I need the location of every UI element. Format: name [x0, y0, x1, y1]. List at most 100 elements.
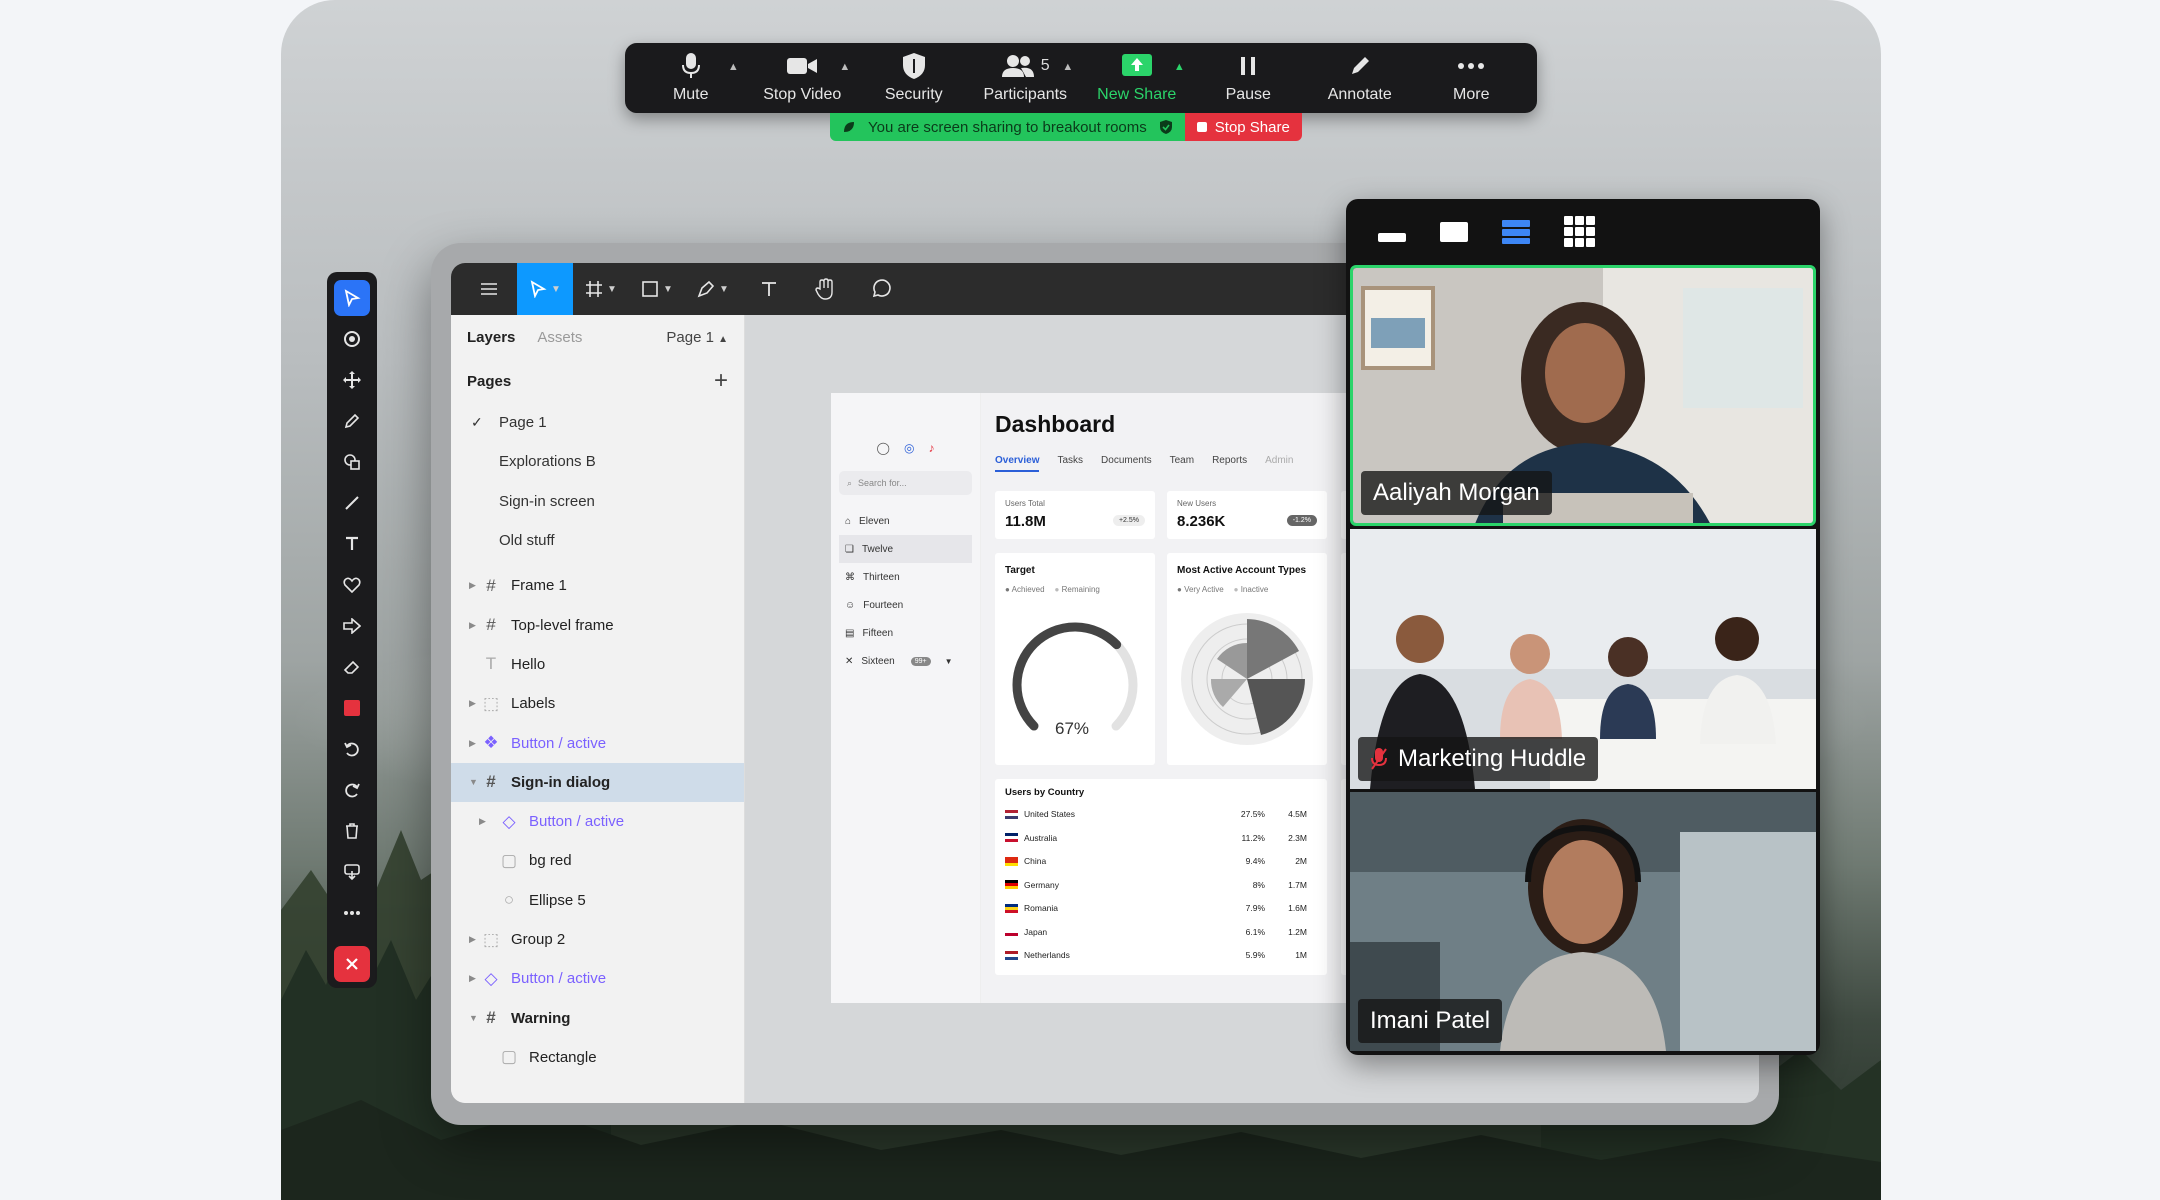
comment-tool-button[interactable]	[853, 263, 909, 315]
more-button[interactable]: More	[1421, 52, 1521, 104]
more-tools-button[interactable]	[334, 895, 370, 931]
tab-team[interactable]: Team	[1170, 455, 1194, 472]
stop-video-button[interactable]: ▲ Stop Video	[752, 52, 852, 104]
collapse-arrow-icon[interactable]: ▼	[469, 777, 481, 787]
video-tile[interactable]: Imani Patel	[1350, 792, 1816, 1051]
avatar-icon[interactable]: ◯	[877, 441, 890, 455]
text-tool-button[interactable]	[741, 263, 797, 315]
layer-row[interactable]: ▶ ⬚ Labels	[451, 684, 744, 723]
layers-icon: ❏	[845, 543, 854, 555]
speaker-view-button[interactable]	[1440, 222, 1468, 242]
layer-row[interactable]: ▶ ❖ Button / active	[451, 723, 744, 762]
color-picker[interactable]	[334, 690, 370, 726]
layer-row[interactable]: ▶ ⬚ Group 2	[451, 920, 744, 959]
settings-icon[interactable]: ◎	[904, 441, 914, 455]
stamp-tool[interactable]	[334, 567, 370, 603]
participants-button[interactable]: 5 ▲ Participants	[975, 52, 1075, 104]
layer-row[interactable]: ▼ # Warning	[451, 998, 744, 1037]
filmstrip-view-button[interactable]	[1502, 220, 1530, 244]
arrow-icon	[343, 618, 361, 634]
shapes-tool[interactable]	[334, 444, 370, 480]
pen-tool-button[interactable]: ▼	[685, 263, 741, 315]
annotate-button[interactable]: Annotate	[1310, 52, 1410, 104]
dashboard-nav-item[interactable]: ❏ Twelve	[839, 535, 972, 563]
assets-tab[interactable]: Assets	[537, 329, 582, 346]
chevron-up-icon[interactable]: ▲	[1174, 61, 1185, 73]
layer-row[interactable]: T Hello	[451, 645, 744, 684]
dashboard-nav-item[interactable]: ⌘ Thirteen	[831, 563, 980, 591]
select-tool[interactable]	[334, 280, 370, 316]
expand-arrow-icon[interactable]: ▶	[469, 934, 481, 945]
collapse-arrow-icon[interactable]: ▼	[469, 1013, 481, 1023]
chevron-up-icon[interactable]: ▲	[839, 61, 850, 73]
dashboard-frame[interactable]: ◯ ◎ ♪ ⌕ Search for... ⌂ Eleven ❏ Twelve ⌘ Th…	[831, 393, 1391, 1003]
chevron-down-icon[interactable]: ▼	[945, 657, 953, 666]
dashboard-search[interactable]: ⌕ Search for...	[839, 471, 972, 495]
expand-arrow-icon[interactable]: ▶	[469, 698, 481, 709]
tab-tasks[interactable]: Tasks	[1057, 455, 1083, 472]
rectangle-icon: ▢	[500, 850, 518, 870]
expand-arrow-icon[interactable]: ▶	[469, 738, 481, 749]
expand-arrow-icon[interactable]: ▶	[479, 816, 491, 827]
layer-row-selected[interactable]: ▼ # Sign-in dialog	[451, 762, 744, 802]
dashboard-nav-item[interactable]: ▤ Fifteen	[831, 619, 980, 647]
layer-row[interactable]: ▶ ◇ Button / active	[451, 959, 744, 998]
eraser-tool[interactable]	[334, 649, 370, 685]
mute-button[interactable]: ▲ Mute	[641, 52, 741, 104]
security-button[interactable]: Security	[864, 52, 964, 104]
card-title: Most Active Account Types	[1177, 565, 1307, 576]
tab-admin[interactable]: Admin	[1265, 455, 1293, 472]
chevron-up-icon[interactable]: ▲	[728, 61, 739, 73]
layers-tab[interactable]: Layers	[467, 329, 515, 346]
stop-share-button[interactable]: Stop Share	[1184, 113, 1302, 141]
tab-overview[interactable]: Overview	[995, 455, 1040, 472]
frame-tool-button[interactable]: ▼	[573, 263, 629, 315]
expand-arrow-icon[interactable]: ▶	[469, 973, 481, 984]
dashboard-nav-item[interactable]: ☺ Fourteen	[831, 591, 980, 619]
move-tool-button[interactable]: ▼	[517, 263, 573, 315]
layer-row[interactable]: ▶ # Frame 1	[451, 566, 744, 605]
pause-button[interactable]: Pause	[1198, 52, 1298, 104]
page-item[interactable]: Sign-in screen	[451, 482, 744, 521]
dashboard-nav-item[interactable]: ⌂ Eleven	[831, 507, 980, 535]
arrow-tool[interactable]	[334, 608, 370, 644]
new-share-button[interactable]: ▲ New Share	[1087, 52, 1187, 104]
main-menu-button[interactable]	[461, 263, 517, 315]
clear-button[interactable]	[334, 813, 370, 849]
video-tile-active-speaker[interactable]: Aaliyah Morgan	[1350, 265, 1816, 526]
page-item[interactable]: Old stuff	[451, 521, 744, 560]
text-tool[interactable]	[334, 526, 370, 562]
tab-reports[interactable]: Reports	[1212, 455, 1247, 472]
redo-button[interactable]	[334, 772, 370, 808]
expand-arrow-icon[interactable]: ▶	[469, 620, 481, 631]
tab-documents[interactable]: Documents	[1101, 455, 1152, 472]
video-tile[interactable]: Marketing Huddle	[1350, 529, 1816, 789]
dashboard-nav-item[interactable]: ✕ Sixteen 99+ ▼	[831, 647, 980, 675]
move-tool[interactable]	[334, 362, 370, 398]
save-button[interactable]	[334, 854, 370, 890]
chevron-up-icon[interactable]: ▲	[1062, 61, 1073, 73]
layer-row[interactable]: ○ Ellipse 5	[451, 881, 744, 920]
minimize-view-button[interactable]	[1378, 232, 1406, 242]
draw-tool[interactable]	[334, 403, 370, 439]
layer-row[interactable]: ▶ # Top-level frame	[451, 605, 744, 644]
add-page-button[interactable]: +	[714, 367, 728, 395]
gallery-view-button[interactable]	[1564, 216, 1596, 248]
undo-button[interactable]	[334, 731, 370, 767]
page-selector[interactable]: Page 1 ▲	[666, 329, 728, 346]
close-annotation-button[interactable]	[334, 946, 370, 982]
layer-row[interactable]: ▢ Rectangle	[451, 1038, 744, 1077]
country-name: United States	[1024, 809, 1076, 819]
layer-row[interactable]: ▢ bg red	[451, 841, 744, 880]
page-item[interactable]: ✓ Page 1	[451, 403, 744, 442]
share-screen-icon	[1121, 54, 1152, 76]
layer-row[interactable]: ▶ ◇ Button / active	[451, 802, 744, 841]
shape-tool-button[interactable]: ▼	[629, 263, 685, 315]
spotlight-tool[interactable]	[334, 321, 370, 357]
line-tool[interactable]	[334, 485, 370, 521]
hand-tool-button[interactable]	[797, 263, 853, 315]
expand-arrow-icon[interactable]: ▶	[469, 580, 481, 591]
country-count: 1.2M	[1288, 926, 1307, 937]
bell-icon[interactable]: ♪	[928, 441, 934, 455]
page-item[interactable]: Explorations B	[451, 442, 744, 481]
